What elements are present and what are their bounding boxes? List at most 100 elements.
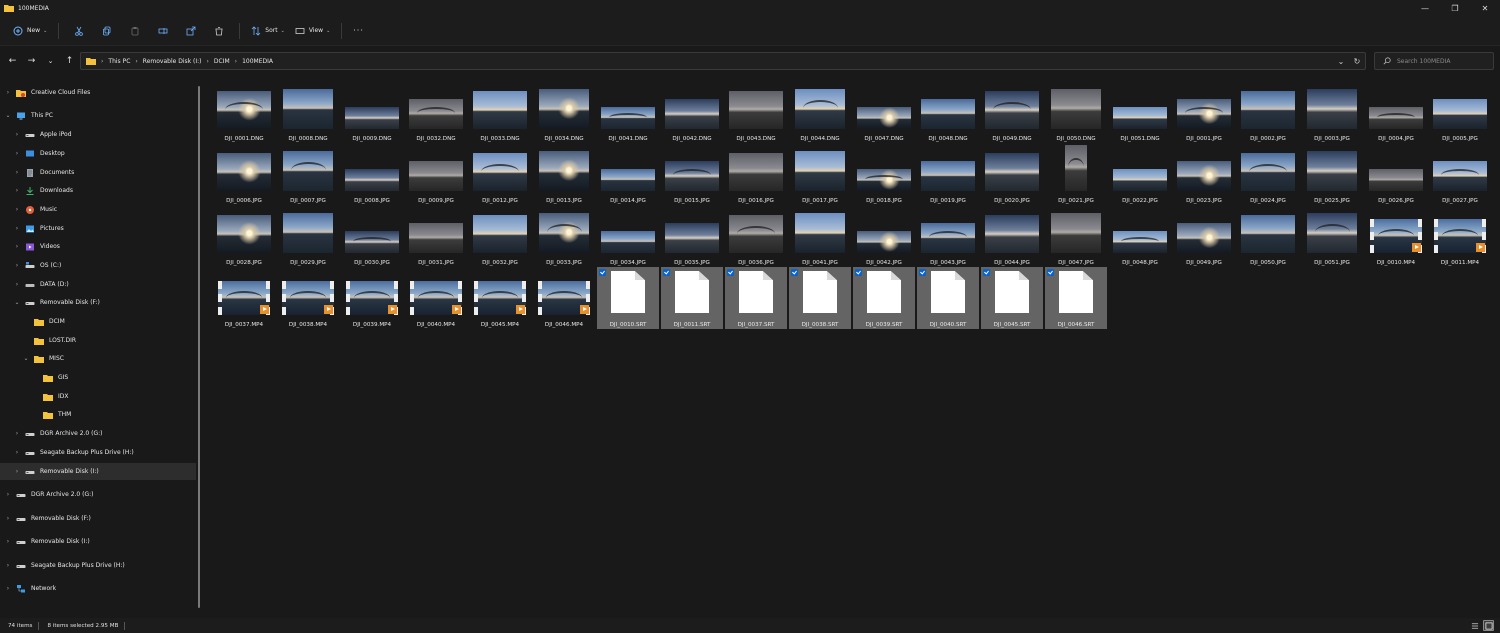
back-button[interactable]: ← (3, 51, 22, 71)
file-tile[interactable]: DJI_0018.JPG (853, 143, 915, 205)
chevron-down-icon[interactable]: ⌄ (13, 299, 21, 306)
file-tile[interactable]: DJI_0008.DNG (277, 81, 339, 143)
file-tile[interactable]: DJI_0049.JPG (1173, 205, 1235, 267)
sidebar-item-7[interactable]: › Pictures (0, 220, 196, 237)
up-button[interactable]: ↑ (60, 51, 79, 71)
sidebar-item-22[interactable]: › Removable Disk (F:) (0, 510, 196, 527)
sidebar-item-10[interactable]: › DATA (D:) (0, 276, 196, 293)
chevron-right-icon[interactable]: › (13, 262, 21, 269)
sidebar-item-18[interactable]: › DGR Archive 2.0 (G:) (0, 425, 196, 442)
close-button[interactable]: ✕ (1470, 0, 1500, 16)
sidebar-item-0[interactable]: › Creative Cloud Files (0, 84, 196, 101)
file-tile[interactable]: DJI_0001.DNG (213, 81, 275, 143)
selection-checkbox[interactable] (855, 269, 862, 276)
file-tile[interactable]: DJI_0020.JPG (981, 143, 1043, 205)
selection-checkbox[interactable] (663, 269, 670, 276)
recent-locations-button[interactable]: ⌄ (41, 51, 60, 71)
chevron-right-icon[interactable]: › (13, 468, 21, 475)
file-tile[interactable]: DJI_0039.SRT (853, 267, 915, 329)
sidebar-item-8[interactable]: › Videos (0, 238, 196, 255)
delete-button[interactable] (205, 20, 233, 42)
file-tile[interactable]: DJI_0023.JPG (1173, 143, 1235, 205)
file-tile[interactable]: DJI_0015.JPG (661, 143, 723, 205)
file-tile[interactable]: DJI_0034.JPG (597, 205, 659, 267)
maximize-button[interactable]: ❐ (1440, 0, 1470, 16)
breadcrumb-removable-disk[interactable]: Removable Disk (I:) (143, 58, 202, 65)
file-tile[interactable]: DJI_0011.MP4 (1429, 205, 1491, 267)
sidebar-item-1[interactable]: ⌄ This PC (0, 107, 196, 124)
sidebar-item-11[interactable]: ⌄ Removable Disk (F:) (0, 294, 196, 311)
file-tile[interactable]: DJI_0009.DNG (341, 81, 403, 143)
sidebar-item-24[interactable]: › Seagate Backup Plus Drive (H:) (0, 557, 196, 574)
sidebar-item-5[interactable]: › Downloads (0, 182, 196, 199)
sort-button[interactable]: Sort ⌄ (246, 20, 290, 42)
sidebar-item-19[interactable]: › Seagate Backup Plus Drive (H:) (0, 444, 196, 461)
file-tile[interactable]: DJI_0045.MP4 (469, 267, 531, 329)
sidebar-item-16[interactable]: IDX (0, 388, 196, 405)
file-tile[interactable]: DJI_0040.MP4 (405, 267, 467, 329)
file-tile[interactable]: DJI_0047.DNG (853, 81, 915, 143)
file-tile[interactable]: DJI_0042.JPG (853, 205, 915, 267)
file-tile[interactable]: DJI_0031.JPG (405, 205, 467, 267)
file-tile[interactable]: DJI_0029.JPG (277, 205, 339, 267)
file-tile[interactable]: DJI_0051.DNG (1109, 81, 1171, 143)
file-tile[interactable]: DJI_0024.JPG (1237, 143, 1299, 205)
selection-checkbox[interactable] (919, 269, 926, 276)
file-tile[interactable]: DJI_0001.JPG (1173, 81, 1235, 143)
selection-checkbox[interactable] (599, 269, 606, 276)
chevron-right-icon[interactable]: › (13, 187, 21, 194)
file-tile[interactable]: DJI_0040.SRT (917, 267, 979, 329)
file-tile[interactable]: DJI_0043.DNG (725, 81, 787, 143)
chevron-right-icon[interactable]: › (13, 131, 21, 138)
file-tile[interactable]: DJI_0038.MP4 (277, 267, 339, 329)
selection-checkbox[interactable] (727, 269, 734, 276)
file-tile[interactable]: DJI_0048.DNG (917, 81, 979, 143)
search-input[interactable] (1397, 57, 1487, 65)
selection-checkbox[interactable] (1047, 269, 1054, 276)
file-tile[interactable]: DJI_0004.JPG (1365, 81, 1427, 143)
sidebar-item-21[interactable]: › DGR Archive 2.0 (G:) (0, 486, 196, 503)
sidebar-item-25[interactable]: › Network (0, 580, 196, 597)
chevron-down-icon[interactable]: ⌄ (22, 355, 30, 362)
new-button[interactable]: New ⌄ (8, 20, 52, 42)
file-tile[interactable]: DJI_0045.SRT (981, 267, 1043, 329)
file-tile[interactable]: DJI_0006.JPG (213, 143, 275, 205)
file-tile[interactable]: DJI_0017.JPG (789, 143, 851, 205)
file-tile[interactable]: DJI_0005.JPG (1429, 81, 1491, 143)
file-tile[interactable]: DJI_0010.MP4 (1365, 205, 1427, 267)
chevron-right-icon[interactable]: › (4, 562, 12, 569)
cut-button[interactable] (65, 20, 93, 42)
file-tile[interactable]: DJI_0050.DNG (1045, 81, 1107, 143)
file-tile[interactable]: DJI_0038.SRT (789, 267, 851, 329)
chevron-right-icon[interactable]: › (13, 243, 21, 250)
sidebar-item-14[interactable]: ⌄ MISC (0, 350, 196, 367)
file-tile[interactable]: DJI_0037.SRT (725, 267, 787, 329)
selection-checkbox[interactable] (983, 269, 990, 276)
file-tile[interactable]: DJI_0011.SRT (661, 267, 723, 329)
file-tile[interactable]: DJI_0021.JPG (1045, 143, 1107, 205)
sidebar-item-2[interactable]: › Apple iPod (0, 126, 196, 143)
chevron-right-icon[interactable]: › (13, 169, 21, 176)
chevron-right-icon[interactable]: › (4, 89, 12, 96)
file-tile[interactable]: DJI_0034.DNG (533, 81, 595, 143)
file-tile[interactable]: DJI_0041.DNG (597, 81, 659, 143)
minimize-button[interactable]: — (1410, 0, 1440, 16)
address-history-chevron-icon[interactable]: ⌄ (1333, 57, 1349, 66)
file-tile[interactable]: DJI_0003.JPG (1301, 81, 1363, 143)
file-tile[interactable]: DJI_0032.DNG (405, 81, 467, 143)
refresh-icon[interactable]: ↻ (1349, 57, 1365, 66)
file-tile[interactable]: DJI_0008.JPG (341, 143, 403, 205)
more-options-button[interactable]: ··· (348, 20, 369, 42)
file-tile[interactable]: DJI_0035.JPG (661, 205, 723, 267)
selection-checkbox[interactable] (791, 269, 798, 276)
search-box[interactable] (1374, 52, 1494, 70)
sidebar-item-13[interactable]: LOST.DIR (0, 332, 196, 349)
chevron-down-icon[interactable]: ⌄ (4, 112, 12, 119)
file-tile[interactable]: DJI_0044.DNG (789, 81, 851, 143)
sidebar-scrollbar[interactable] (198, 86, 200, 608)
file-tile[interactable]: DJI_0041.JPG (789, 205, 851, 267)
sidebar-item-15[interactable]: GIS (0, 369, 196, 386)
file-tile[interactable]: DJI_0048.JPG (1109, 205, 1171, 267)
file-tile[interactable]: DJI_0026.JPG (1365, 143, 1427, 205)
sidebar-item-12[interactable]: DCIM (0, 313, 196, 330)
